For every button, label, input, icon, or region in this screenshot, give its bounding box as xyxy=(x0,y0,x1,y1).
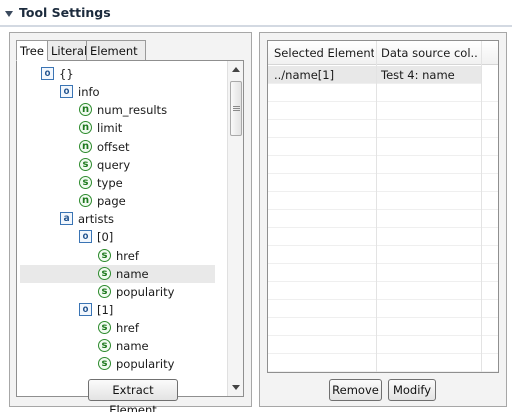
tab-element[interactable]: Element xyxy=(86,40,146,61)
tree-node-label: offset xyxy=(97,139,130,154)
tree-node[interactable]: o [0] xyxy=(17,228,227,246)
object-icon: o xyxy=(79,302,92,316)
string-icon: s xyxy=(98,284,111,298)
tree-node-label: num_results xyxy=(97,103,168,118)
empty-table-row xyxy=(268,282,498,300)
cell-data-source: Test 4: name xyxy=(381,68,455,82)
modify-button[interactable]: Modify xyxy=(388,379,436,401)
column-header-selected-elements[interactable]: Selected Elements xyxy=(274,46,374,60)
string-icon: s xyxy=(98,321,111,335)
section-divider xyxy=(0,25,512,27)
empty-table-row xyxy=(268,120,498,138)
tree-node[interactable]: n offset xyxy=(17,138,227,156)
empty-table-row xyxy=(268,228,498,246)
empty-table-row xyxy=(268,84,498,102)
tree-node-label: type xyxy=(97,175,123,190)
tree-node-label: limit xyxy=(97,121,123,136)
tab-literal[interactable]: Literal xyxy=(47,40,87,61)
string-icon: s xyxy=(79,175,92,189)
source-panel: Tree Literal Element s popularity s name s hr… xyxy=(9,32,252,412)
tree-node-label: popularity xyxy=(116,284,175,299)
table-row[interactable]: ../name[1] Test 4: name xyxy=(268,66,481,84)
empty-table-row xyxy=(268,354,498,372)
empty-table-row xyxy=(268,138,498,156)
tree-node[interactable]: o [1] xyxy=(17,301,227,319)
tree-node[interactable]: s href xyxy=(17,247,227,265)
empty-table-row xyxy=(268,246,498,264)
column-divider[interactable] xyxy=(481,41,482,372)
empty-table-row xyxy=(268,336,498,354)
string-icon: s xyxy=(98,266,111,280)
array-icon: a xyxy=(60,212,73,226)
string-icon: s xyxy=(79,157,92,171)
tool-settings-header[interactable]: Tool Settings xyxy=(0,0,512,28)
grip-icon xyxy=(233,106,240,107)
tree-node[interactable]: s popularity xyxy=(17,283,227,301)
tree-node-label: popularity xyxy=(116,357,175,372)
tree-node[interactable]: n num_results xyxy=(17,101,227,119)
scroll-down-arrow-icon[interactable] xyxy=(232,385,240,390)
remove-button[interactable]: Remove xyxy=(329,379,382,401)
section-title: Tool Settings xyxy=(19,5,111,20)
tree-node-label: name xyxy=(116,339,149,354)
empty-table-row xyxy=(268,102,498,120)
scroll-thumb[interactable] xyxy=(230,81,242,136)
empty-table-row xyxy=(268,300,498,318)
empty-table-row xyxy=(268,264,498,282)
selection-panel: Selected Elements Data source col... ../… xyxy=(259,32,507,407)
tree-node[interactable]: n page xyxy=(17,192,227,210)
tree-node[interactable]: o info xyxy=(17,83,227,101)
tree-node-label: {} xyxy=(59,67,74,81)
object-icon: o xyxy=(79,230,92,244)
tree-node-label: [0] xyxy=(97,230,114,245)
empty-table-row xyxy=(268,156,498,174)
tree-node[interactable]: a artists xyxy=(17,210,227,228)
number-icon: n xyxy=(79,103,92,117)
number-icon: n xyxy=(79,121,92,135)
tree-scrollbar[interactable] xyxy=(227,61,243,396)
cell-selected-element: ../name[1] xyxy=(274,68,335,82)
tree-node-label: href xyxy=(116,248,139,263)
tree-node[interactable]: n limit xyxy=(17,119,227,137)
tree-node-label: info xyxy=(78,85,100,100)
tree-node[interactable]: o {} xyxy=(17,65,227,83)
tab-tree[interactable]: Tree xyxy=(16,40,48,61)
column-header-data-source[interactable]: Data source col... xyxy=(381,46,477,60)
table-header: Selected Elements Data source col... xyxy=(268,41,498,65)
tree-node-label: artists xyxy=(78,212,114,227)
tree-node[interactable]: s name xyxy=(17,337,227,355)
number-icon: n xyxy=(79,194,92,208)
empty-table-row xyxy=(268,192,498,210)
tree-node[interactable]: s type xyxy=(17,174,227,192)
object-icon: o xyxy=(60,85,73,99)
tree-node-label: query xyxy=(97,157,131,172)
empty-table-row xyxy=(268,318,498,336)
tree-node[interactable]: s href xyxy=(17,319,227,337)
column-divider[interactable] xyxy=(376,41,377,372)
tree-node[interactable]: s query xyxy=(17,156,227,174)
string-icon: s xyxy=(98,357,111,371)
tree-node[interactable]: s popularity xyxy=(17,355,227,373)
json-tree[interactable]: s popularity s name s href o [1] s popularity s nam… xyxy=(16,60,244,397)
number-icon: n xyxy=(79,139,92,153)
collapse-toggle-icon[interactable] xyxy=(5,11,13,17)
string-icon: s xyxy=(98,339,111,353)
scroll-up-arrow-icon[interactable] xyxy=(232,67,240,72)
extract-element-button[interactable]: Extract Element xyxy=(88,379,178,412)
string-icon: s xyxy=(98,248,111,262)
object-icon: o xyxy=(41,67,54,80)
selected-elements-table[interactable]: Selected Elements Data source col... ../… xyxy=(267,40,499,373)
tree-node-label: [1] xyxy=(97,302,114,317)
tree-node-label: name xyxy=(116,266,149,281)
tree-node-label: page xyxy=(97,194,126,209)
empty-table-row xyxy=(268,174,498,192)
tree-node-label: href xyxy=(116,321,139,336)
tree-node[interactable]: s name xyxy=(20,264,215,283)
empty-table-row xyxy=(268,210,498,228)
